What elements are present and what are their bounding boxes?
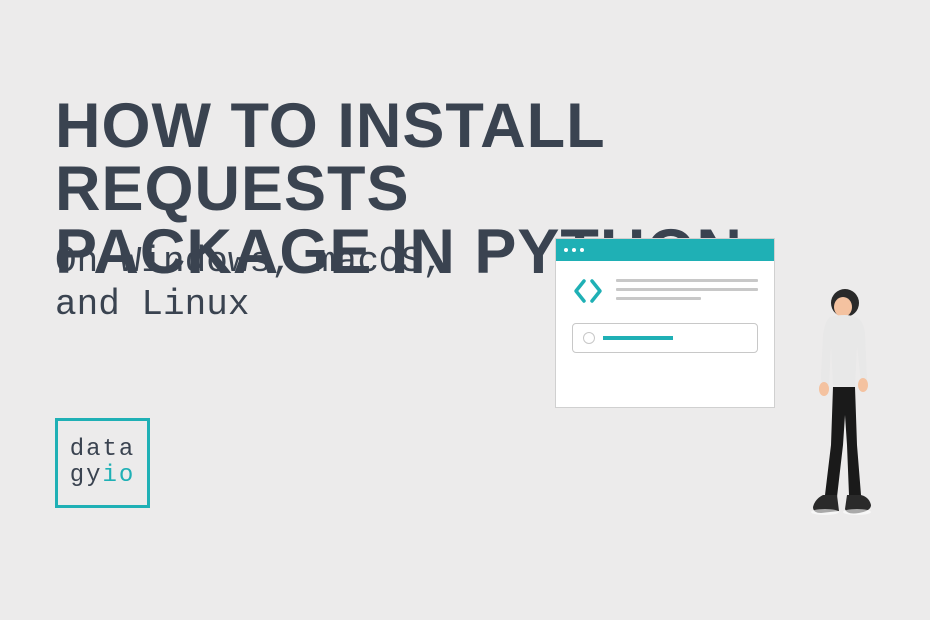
window-dot-icon — [564, 248, 568, 252]
title-line-1: HOW TO INSTALL REQUESTS — [55, 91, 604, 224]
person-illustration — [795, 285, 890, 530]
code-brackets-icon — [572, 277, 604, 305]
window-dot-icon — [580, 248, 584, 252]
subtitle-line-2: and Linux — [55, 284, 249, 325]
placeholder-line — [616, 288, 758, 291]
placeholder-lines — [616, 277, 758, 300]
input-line — [603, 336, 673, 340]
browser-content-area — [556, 261, 774, 407]
subtitle-line-1: On Windows, macOS, — [55, 241, 444, 282]
logo-text-line-2: gyio — [70, 463, 136, 489]
circle-icon — [583, 332, 595, 344]
page-subtitle: On Windows, macOS, and Linux — [55, 240, 444, 326]
input-box-illustration — [572, 323, 758, 353]
datagy-logo: data gyio — [55, 418, 150, 508]
browser-illustration — [555, 238, 775, 408]
window-dot-icon — [572, 248, 576, 252]
placeholder-line — [616, 297, 701, 300]
browser-title-bar — [556, 239, 774, 261]
browser-header-row — [572, 277, 758, 305]
logo-text-line-1: data — [70, 437, 136, 463]
placeholder-line — [616, 279, 758, 282]
